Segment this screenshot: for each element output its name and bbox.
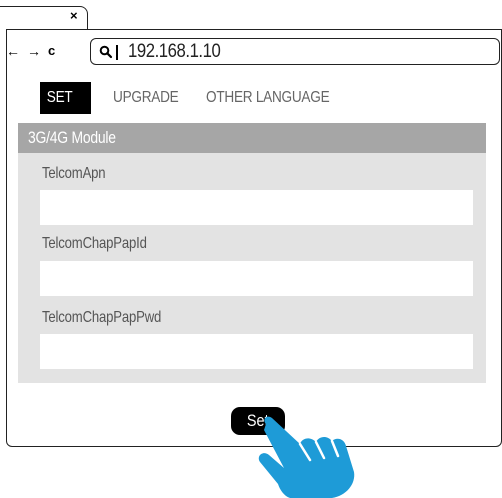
arrow-right-icon[interactable]: → bbox=[27, 43, 41, 59]
arrow-left-icon[interactable]: ← bbox=[6, 43, 20, 59]
telcom-chap-pap-id-label: TelcomChapPapId bbox=[42, 235, 147, 252]
telcom-chap-pap-pwd-input[interactable] bbox=[40, 334, 473, 369]
search-icon bbox=[99, 45, 113, 59]
telcom-apn-input[interactable] bbox=[40, 190, 473, 225]
telcom-chap-pap-id-input[interactable] bbox=[40, 261, 473, 296]
url-text[interactable]: 192.168.1.10 bbox=[128, 41, 221, 63]
address-bar[interactable]: 192.168.1.10 bbox=[90, 38, 500, 65]
module-panel: 3G/4G Module TelcomApn TelcomChapPapId T… bbox=[18, 123, 486, 383]
telcom-chap-pap-pwd-label: TelcomChapPapPwd bbox=[42, 309, 162, 326]
reload-icon[interactable]: c bbox=[48, 43, 55, 59]
text-cursor bbox=[116, 45, 118, 60]
menu-item-other-language[interactable]: OTHER LANGUAGE bbox=[206, 82, 330, 114]
panel-header: 3G/4G Module bbox=[18, 123, 486, 153]
pointing-hand-icon bbox=[258, 416, 355, 498]
browser-tab[interactable]: × bbox=[0, 6, 88, 30]
menu-item-upgrade[interactable]: UPGRADE bbox=[113, 82, 179, 114]
close-icon[interactable]: × bbox=[70, 9, 78, 23]
menu-item-set[interactable]: SET bbox=[40, 82, 91, 114]
panel-title: 3G/4G Module bbox=[28, 128, 116, 147]
telcom-apn-label: TelcomApn bbox=[42, 165, 106, 182]
